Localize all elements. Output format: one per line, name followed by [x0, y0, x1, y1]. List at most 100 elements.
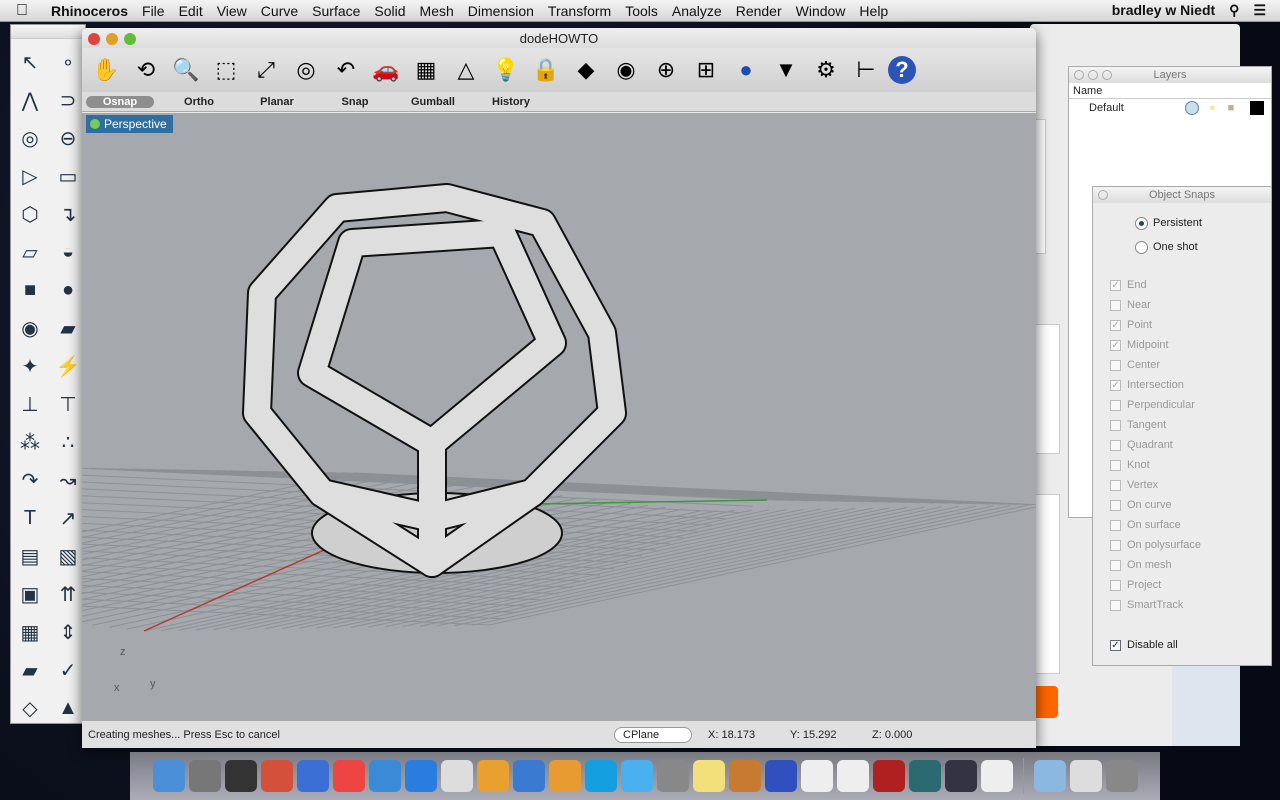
viewport-tab-perspective[interactable]: Perspective	[86, 115, 173, 133]
dock-app-icon[interactable]	[512, 760, 545, 792]
osnap-on-surface-checkbox[interactable]: On surface	[1093, 515, 1271, 535]
menu-curve[interactable]: Curve	[254, 3, 305, 19]
lock-icon[interactable]: 🔒	[528, 52, 564, 88]
dock-finder-icon[interactable]	[152, 760, 185, 792]
osnap-perpendicular-checkbox[interactable]: Perpendicular	[1093, 395, 1271, 415]
dock-app-store-icon[interactable]	[404, 760, 437, 792]
polygon-icon[interactable]: ⬡	[11, 195, 49, 233]
dock-trash-icon[interactable]	[1105, 760, 1138, 792]
shapes-icon[interactable]: △	[448, 52, 484, 88]
mode-ortho-button[interactable]: Ortho	[160, 96, 238, 108]
trim-icon[interactable]: ⊥	[11, 385, 49, 423]
notification-list-icon[interactable]: ☰	[1253, 2, 1266, 19]
analyze-icon[interactable]: ◇	[11, 689, 49, 727]
help-icon[interactable]: ?	[888, 56, 916, 84]
undo-view-icon[interactable]: ↶	[328, 52, 364, 88]
zoom-window-icon[interactable]: ⬚	[208, 52, 244, 88]
dock-downloads-icon[interactable]	[1069, 760, 1102, 792]
dock-launchpad-icon[interactable]	[188, 760, 221, 792]
spotlight-icon[interactable]: ⚲	[1229, 2, 1239, 19]
osnap-smarttrack-checkbox[interactable]: SmartTrack	[1093, 595, 1271, 615]
dock-app-icon[interactable]	[548, 760, 581, 792]
menu-file[interactable]: File	[135, 3, 172, 19]
mode-planar-button[interactable]: Planar	[238, 96, 316, 108]
menu-view[interactable]: View	[210, 3, 254, 19]
dock-app-icon[interactable]	[260, 760, 293, 792]
zoom-button[interactable]	[124, 33, 136, 45]
close-button[interactable]	[88, 33, 100, 45]
dock-documents-folder-icon[interactable]	[1033, 760, 1066, 792]
dock-skype-icon[interactable]	[584, 760, 617, 792]
dock-app-icon[interactable]	[476, 760, 509, 792]
menu-mesh[interactable]: Mesh	[413, 3, 461, 19]
menu-app[interactable]: Rhinoceros	[44, 3, 135, 19]
zoom-extents-icon[interactable]: ⤢	[248, 52, 284, 88]
osnap-tangent-checkbox[interactable]: Tangent	[1093, 415, 1271, 435]
cplane-select[interactable]: CPlane	[614, 726, 692, 743]
menu-edit[interactable]: Edit	[172, 3, 210, 19]
dock-photo-booth-icon[interactable]	[872, 760, 905, 792]
current-layer-icon[interactable]	[1185, 101, 1199, 115]
disable-all-checkbox[interactable]: ✓ Disable all	[1093, 635, 1271, 655]
mode-history-button[interactable]: History	[472, 96, 550, 108]
osnap-end-checkbox[interactable]: ✓ End	[1093, 275, 1271, 295]
group-icon[interactable]: ⁂	[11, 423, 49, 461]
menu-dimension[interactable]: Dimension	[461, 3, 541, 19]
mode-osnap-button[interactable]: Osnap	[86, 95, 154, 108]
osnap-quadrant-checkbox[interactable]: Quadrant	[1093, 435, 1271, 455]
explode-icon[interactable]: ✦	[11, 347, 49, 385]
offset-icon[interactable]: ↷	[11, 461, 49, 499]
osnap-midpoint-checkbox[interactable]: ✓ Midpoint	[1093, 335, 1271, 355]
lightbulb-icon[interactable]: ●	[1209, 102, 1216, 114]
extrude-surface-icon[interactable]: ▰	[11, 651, 49, 689]
menu-window[interactable]: Window	[789, 3, 853, 19]
dock-stickies-icon[interactable]	[692, 760, 725, 792]
color-wheel-icon[interactable]: ◉	[608, 52, 644, 88]
zoom-selected-icon[interactable]: ◎	[288, 52, 324, 88]
pan-hand-icon[interactable]: ✋	[88, 52, 124, 88]
menu-solid[interactable]: Solid	[367, 3, 412, 19]
light-icon[interactable]: 💡	[488, 52, 524, 88]
dock-time-machine-icon[interactable]	[908, 760, 941, 792]
cylinder-icon[interactable]: ◉	[11, 309, 49, 347]
arc-icon[interactable]: ▷	[11, 157, 49, 195]
cplane-icon[interactable]: ▦	[408, 52, 444, 88]
dock-dashboard-icon[interactable]	[224, 760, 257, 792]
menu-surface[interactable]: Surface	[305, 3, 367, 19]
layer-color-swatch[interactable]	[1250, 101, 1265, 115]
polyline-icon[interactable]: ⋀	[11, 81, 49, 119]
circle-icon[interactable]: ◎	[11, 119, 49, 157]
menu-transform[interactable]: Transform	[541, 3, 618, 19]
layers-name-header[interactable]: Name	[1069, 83, 1271, 99]
minimize-button[interactable]	[106, 33, 118, 45]
rotate-view-icon[interactable]: ⟲	[128, 52, 164, 88]
text-icon[interactable]: T	[11, 499, 49, 537]
zoom-dynamic-icon[interactable]: 🔍	[168, 52, 204, 88]
grid-sphere-icon[interactable]: ⊞	[688, 52, 724, 88]
grid-array-icon[interactable]: ▦	[11, 613, 49, 651]
dock-app-icon[interactable]	[440, 760, 473, 792]
dock-iphoto-icon[interactable]	[728, 760, 761, 792]
menu-analyze[interactable]: Analyze	[665, 3, 729, 19]
dimension-icon[interactable]: ⊢	[848, 52, 884, 88]
dock-system-preferences-icon[interactable]	[656, 760, 689, 792]
dock-garageband-icon[interactable]	[764, 760, 797, 792]
osnap-on-curve-checkbox[interactable]: On curve	[1093, 495, 1271, 515]
osnap-vertex-checkbox[interactable]: Vertex	[1093, 475, 1271, 495]
osnap-near-checkbox[interactable]: Near	[1093, 295, 1271, 315]
lock-icon[interactable]: ■	[1228, 102, 1235, 114]
extrude-icon[interactable]: ▣	[11, 575, 49, 613]
menu-help[interactable]: Help	[852, 3, 895, 19]
dock-chrome-icon[interactable]	[332, 760, 365, 792]
dock-reminders-icon[interactable]	[836, 760, 869, 792]
layer-icon[interactable]: ◆	[568, 52, 604, 88]
osnap-knot-checkbox[interactable]: Knot	[1093, 455, 1271, 475]
array-icon[interactable]: ▤	[11, 537, 49, 575]
osnap-mode-one-shot-radio[interactable]: One shot	[1093, 235, 1271, 259]
perspective-viewport[interactable]: z x y Perspective	[82, 113, 1036, 720]
shaded-sphere-icon[interactable]: ●	[728, 52, 764, 88]
wireframe-sphere-icon[interactable]: ⊕	[648, 52, 684, 88]
menu-tools[interactable]: Tools	[618, 3, 665, 19]
apple-menu-icon[interactable]: 	[0, 2, 44, 20]
render-cone-icon[interactable]: ▼	[768, 52, 804, 88]
